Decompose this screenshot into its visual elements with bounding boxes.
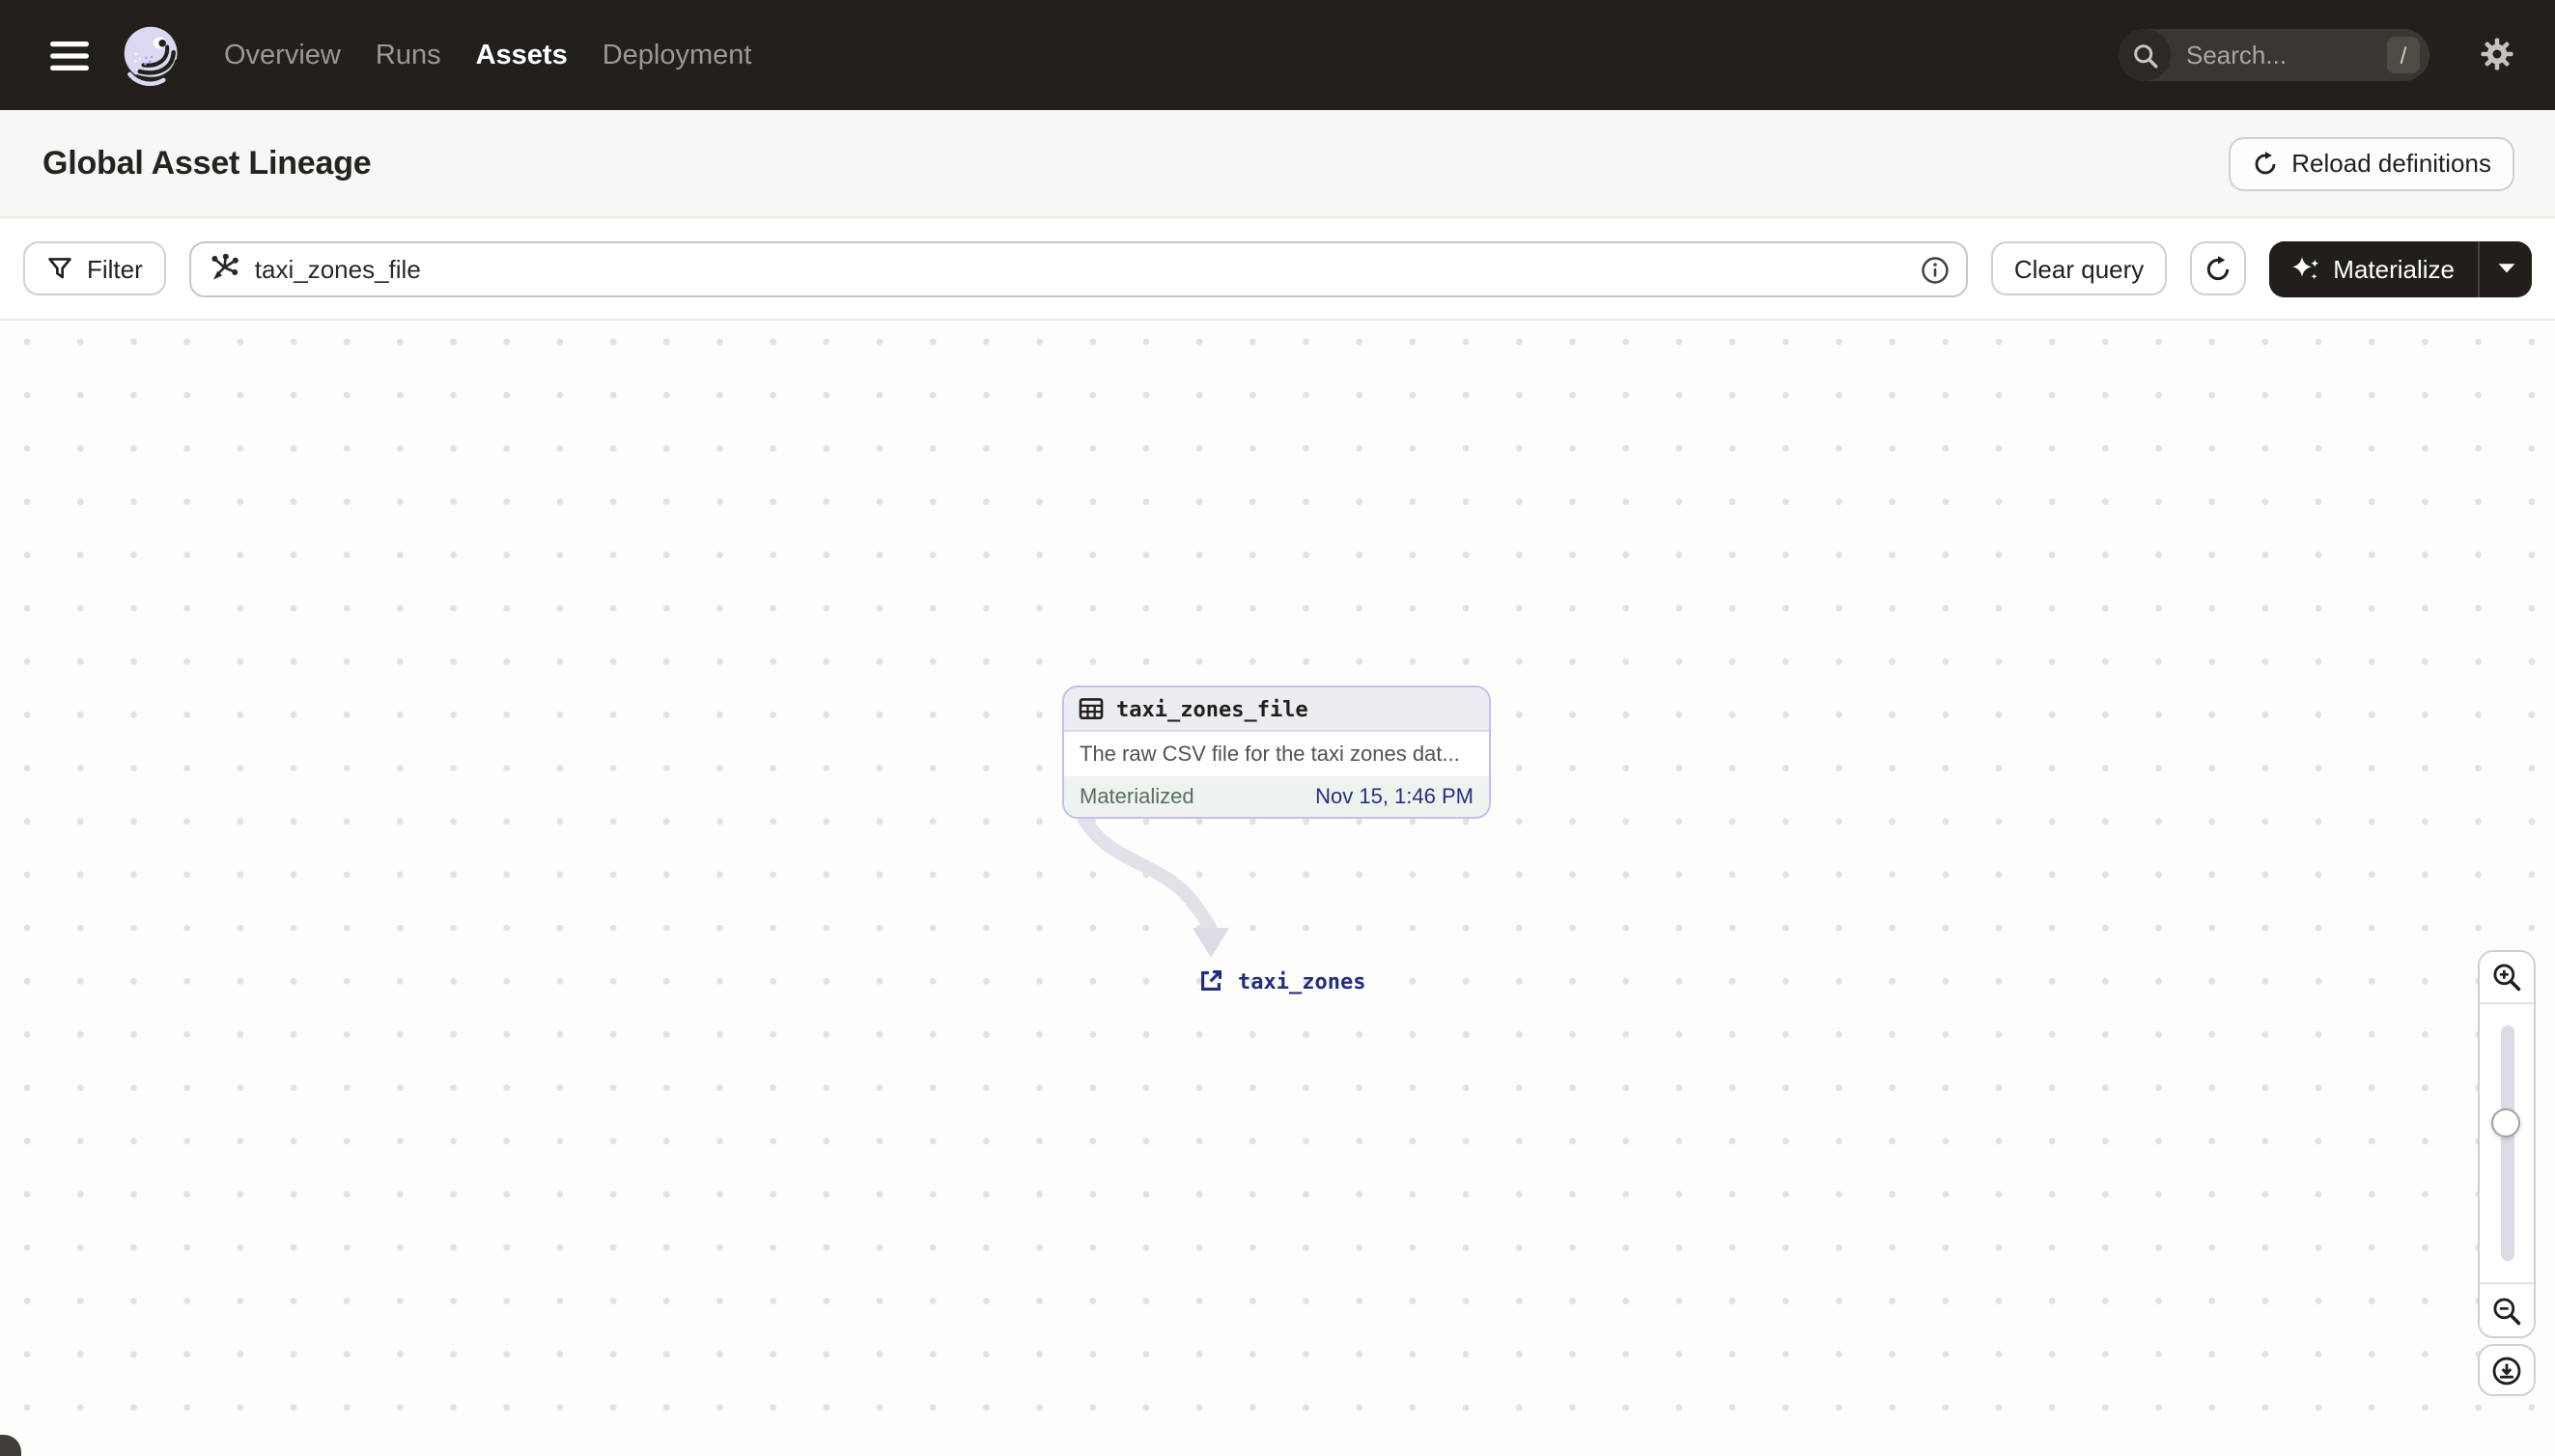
nav-overview[interactable]: Overview bbox=[224, 40, 341, 70]
external-asset-name: taxi_zones bbox=[1238, 968, 1366, 994]
materialize-dropdown-button[interactable] bbox=[2480, 240, 2532, 296]
asset-graph-icon bbox=[211, 253, 239, 280]
caret-down-icon bbox=[2497, 264, 2514, 273]
zoom-slider-handle[interactable] bbox=[2491, 1108, 2520, 1137]
materialize-button[interactable]: Materialize bbox=[2269, 240, 2480, 296]
filter-button[interactable]: Filter bbox=[23, 241, 166, 295]
asset-node-taxi-zones[interactable]: taxi_zones bbox=[1197, 967, 1365, 994]
page-title: Global Asset Lineage bbox=[42, 144, 372, 181]
reload-definitions-button[interactable]: Reload definitions bbox=[2228, 136, 2514, 190]
asset-node-header: taxi_zones_file bbox=[1064, 687, 1489, 732]
asset-status-row: Materialized Nov 15, 1:46 PM bbox=[1064, 776, 1489, 817]
asset-name: taxi_zones_file bbox=[1116, 696, 1308, 721]
filter-label: Filter bbox=[87, 254, 143, 283]
query-info-button[interactable] bbox=[1920, 254, 1951, 285]
clear-query-button[interactable]: Clear query bbox=[1990, 241, 2168, 295]
download-image-button[interactable] bbox=[2478, 1344, 2536, 1396]
refresh-icon bbox=[2207, 255, 2230, 280]
search-icon bbox=[2133, 43, 2157, 68]
menu-icon bbox=[50, 41, 89, 70]
sparkle-icon bbox=[2292, 256, 2319, 279]
table-icon bbox=[1079, 698, 1104, 719]
top-navbar: Overview Runs Assets Deployment Search..… bbox=[0, 0, 2555, 110]
dagster-logo[interactable] bbox=[120, 22, 185, 88]
settings-button[interactable] bbox=[2480, 37, 2514, 71]
zoom-slider-track bbox=[2500, 1025, 2513, 1261]
asset-node-taxi-zones-file[interactable]: taxi_zones_file The raw CSV file for the… bbox=[1062, 686, 1491, 819]
menu-button[interactable] bbox=[42, 32, 97, 78]
page-header: Global Asset Lineage Reload definitions bbox=[0, 110, 2555, 218]
global-search-input[interactable]: Search... / bbox=[2119, 29, 2429, 81]
asset-query-value: taxi_zones_file bbox=[254, 254, 421, 283]
status-badge: Materialized bbox=[1080, 785, 1194, 808]
download-icon bbox=[2492, 1356, 2521, 1385]
zoom-in-icon bbox=[2493, 964, 2521, 992]
nav-assets[interactable]: Assets bbox=[476, 40, 568, 70]
lineage-canvas[interactable]: taxi_zones_file The raw CSV file for the… bbox=[0, 322, 2555, 1456]
edge-arrowhead bbox=[1193, 928, 1229, 958]
asset-query-input[interactable]: taxi_zones_file bbox=[188, 240, 1968, 296]
bottom-left-artifact bbox=[0, 1435, 21, 1456]
search-icon-wrap bbox=[2119, 29, 2171, 81]
search-placeholder: Search... bbox=[2186, 41, 2288, 70]
search-shortcut-badge: / bbox=[2387, 37, 2420, 73]
filter-funnel-icon bbox=[48, 258, 71, 279]
asset-description: The raw CSV file for the taxi zones dat.… bbox=[1064, 732, 1489, 776]
nav-runs[interactable]: Runs bbox=[376, 40, 441, 70]
lineage-edge bbox=[1077, 811, 1229, 958]
refresh-icon bbox=[2254, 151, 2275, 174]
refresh-graph-button[interactable] bbox=[2190, 241, 2247, 295]
clear-query-label: Clear query bbox=[2013, 254, 2145, 283]
dagster-octopus-icon bbox=[124, 25, 180, 86]
app-root: Overview Runs Assets Deployment Search..… bbox=[0, 0, 2555, 1456]
info-icon bbox=[1922, 256, 1949, 283]
lineage-toolbar: Filter taxi_zones_file Clear query Mater… bbox=[0, 218, 2555, 321]
reload-definitions-label: Reload definitions bbox=[2291, 149, 2491, 178]
zoom-in-button[interactable] bbox=[2480, 952, 2534, 1004]
external-link-icon bbox=[1201, 969, 1222, 991]
zoom-out-button[interactable] bbox=[2480, 1284, 2534, 1336]
zoom-slider[interactable] bbox=[2480, 1004, 2534, 1284]
zoom-controls bbox=[2478, 950, 2536, 1338]
materialize-split-button: Materialize bbox=[2269, 240, 2532, 296]
main-nav: Overview Runs Assets Deployment bbox=[224, 40, 751, 70]
gear-icon bbox=[2481, 38, 2513, 70]
materialize-label: Materialize bbox=[2333, 254, 2455, 283]
materialization-timestamp-link[interactable]: Nov 15, 1:46 PM bbox=[1315, 785, 1474, 808]
zoom-out-icon bbox=[2493, 1297, 2521, 1325]
nav-deployment[interactable]: Deployment bbox=[603, 40, 752, 70]
